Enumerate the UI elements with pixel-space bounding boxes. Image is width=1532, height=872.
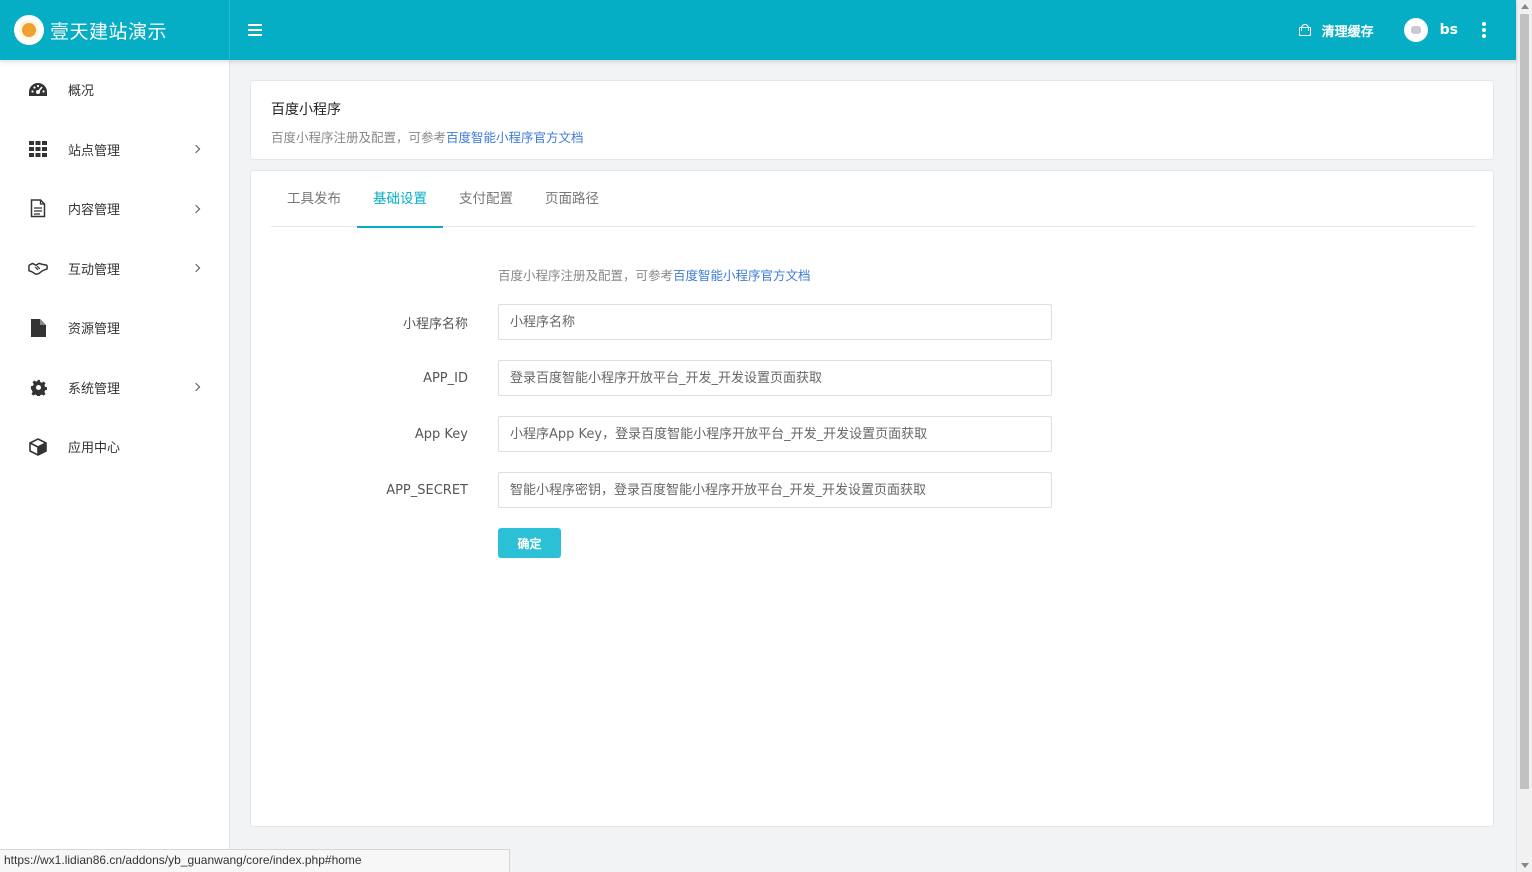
scroll-down-arrow-icon[interactable] [1521, 863, 1529, 868]
sidebar-item-site-management[interactable]: 站点管理 [0, 120, 229, 180]
user-menu[interactable]: bs [1403, 18, 1458, 42]
form-row-app-id: APP_ID [251, 360, 1495, 396]
tab-basic-settings[interactable]: 基础设置 [357, 171, 443, 228]
sidebar: 概况 站点管理 内容管理 互动管理 资源管理 系统管理 应用中心 [0, 60, 230, 872]
app-name-input[interactable] [498, 304, 1052, 340]
avatar [1403, 18, 1428, 42]
form-row-app-secret: APP_SECRET [251, 472, 1495, 508]
form-note: 百度小程序注册及配置，可参考百度智能小程序官方文档 [498, 265, 811, 284]
form-row-app-key: App Key [251, 416, 1495, 452]
document-icon [28, 199, 48, 219]
app-name-label: 小程序名称 [402, 316, 468, 332]
vertical-dots-icon[interactable] [1482, 22, 1486, 38]
gear-icon [28, 377, 48, 397]
sidebar-item-label: 站点管理 [68, 143, 121, 159]
cube-icon [28, 437, 48, 457]
page-header-card: 百度小程序 百度小程序注册及配置，可参考百度智能小程序官方文档 [250, 80, 1494, 160]
page-title: 百度小程序 [271, 102, 341, 118]
grid-icon [28, 139, 48, 159]
confirm-button[interactable]: 确定 [498, 528, 561, 558]
app-secret-label: APP_SECRET [386, 482, 468, 498]
sidebar-item-label: 内容管理 [68, 203, 121, 219]
basket-icon [1298, 24, 1312, 36]
chevron-right-icon [191, 264, 201, 273]
main-content: 百度小程序 百度小程序注册及配置，可参考百度智能小程序官方文档 工具发布 基础设… [230, 60, 1516, 872]
sidebar-item-resource-management[interactable]: 资源管理 [0, 298, 229, 358]
tab-payment-config[interactable]: 支付配置 [443, 171, 529, 227]
chevron-right-icon [191, 383, 201, 392]
sidebar-item-system-management[interactable]: 系统管理 [0, 358, 229, 418]
cartoon-cow-logo-icon [14, 15, 44, 45]
sidebar-item-label: 应用中心 [68, 441, 121, 457]
clear-cache-label: 清理缓存 [1321, 24, 1374, 40]
top-bar: 壹天建站演示 清理缓存 bs [0, 0, 1516, 60]
settings-card: 工具发布 基础设置 支付配置 页面路径 百度小程序注册及配置，可参考百度智能小程… [250, 170, 1494, 827]
sidebar-item-label: 系统管理 [68, 381, 121, 397]
tab-tool-publish[interactable]: 工具发布 [271, 171, 357, 227]
tab-bar: 工具发布 基础设置 支付配置 页面路径 [271, 171, 1475, 228]
status-bar-url: https://wx1.lidian86.cn/addons/yb_guanwa… [0, 849, 510, 872]
sidebar-item-label: 概况 [68, 84, 95, 100]
handshake-icon [28, 258, 48, 278]
form-note-text: 百度小程序注册及配置，可参考 [498, 268, 674, 283]
app-key-label: App Key [414, 426, 468, 442]
sidebar-item-interaction-management[interactable]: 互动管理 [0, 239, 229, 299]
app-id-label: APP_ID [423, 370, 468, 386]
page-description: 百度小程序注册及配置，可参考百度智能小程序官方文档 [271, 127, 1473, 146]
sidebar-item-label: 资源管理 [68, 322, 121, 338]
app-id-input[interactable] [498, 360, 1052, 396]
description-text: 百度小程序注册及配置，可参考 [271, 130, 447, 145]
brand[interactable]: 壹天建站演示 [0, 0, 230, 60]
tab-page-path[interactable]: 页面路径 [529, 171, 615, 227]
user-name: bs [1439, 22, 1458, 38]
sidebar-item-content-management[interactable]: 内容管理 [0, 179, 229, 239]
sidebar-item-label: 互动管理 [68, 262, 121, 278]
scroll-thumb[interactable] [1520, 14, 1529, 789]
docs-link[interactable]: 百度智能小程序官方文档 [446, 130, 584, 145]
form-docs-link[interactable]: 百度智能小程序官方文档 [673, 268, 811, 283]
chevron-right-icon [191, 145, 201, 154]
scroll-up-arrow-icon[interactable] [1521, 4, 1529, 9]
clear-cache-button[interactable]: 清理缓存 [1298, 21, 1374, 40]
sidebar-item-app-center[interactable]: 应用中心 [0, 417, 229, 477]
dashboard-icon [28, 80, 48, 100]
sidebar-item-overview[interactable]: 概况 [0, 60, 229, 120]
file-icon [28, 318, 48, 338]
page-scrollbar[interactable] [1516, 0, 1532, 872]
form-row-app-name: 小程序名称 [251, 304, 1495, 340]
app-key-input[interactable] [498, 416, 1052, 452]
hamburger-icon[interactable] [248, 24, 262, 36]
brand-title: 壹天建站演示 [50, 20, 168, 43]
chevron-right-icon [191, 204, 201, 213]
app-secret-input[interactable] [498, 472, 1052, 508]
